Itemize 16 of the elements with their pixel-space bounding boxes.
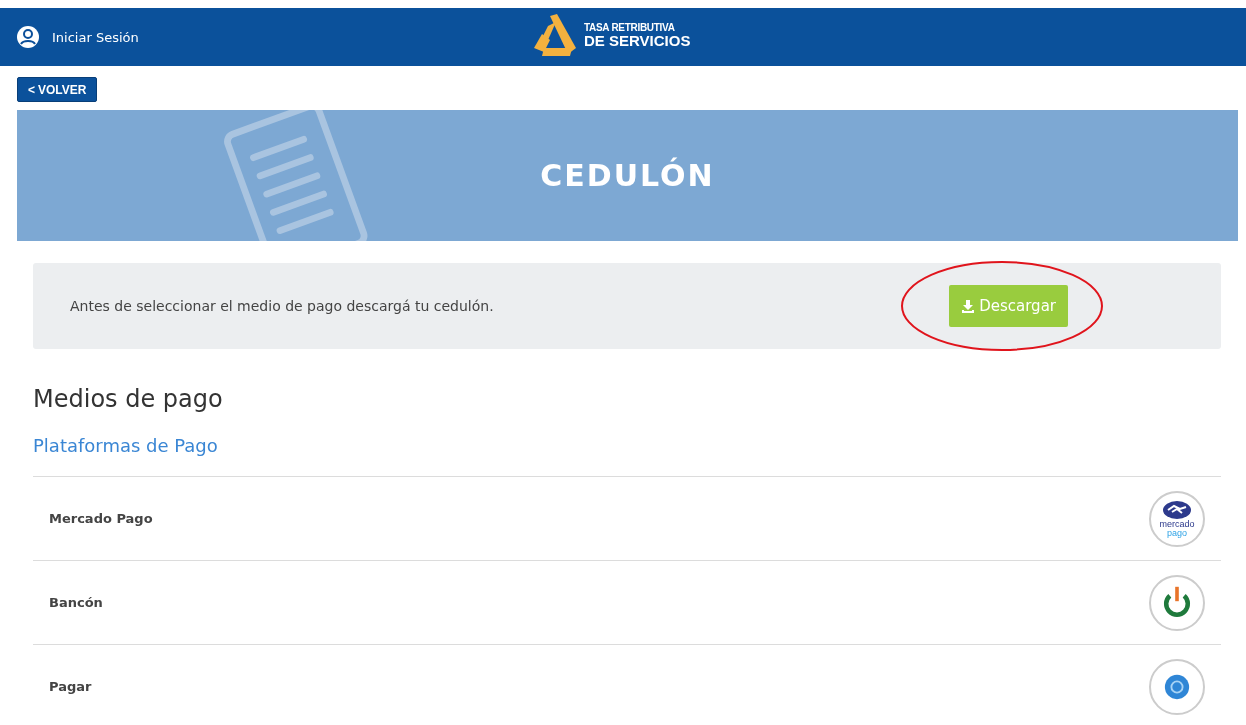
- back-button[interactable]: < VOLVER: [17, 77, 98, 102]
- login-link[interactable]: Iniciar Sesión: [52, 29, 139, 45]
- user-icon[interactable]: [16, 25, 40, 49]
- payment-method-row[interactable]: Mercado Pago mercado pago: [33, 476, 1221, 560]
- logo-text: mercado: [1159, 519, 1195, 529]
- logo-text: pago: [1167, 528, 1187, 538]
- payment-method-row[interactable]: Pagar: [33, 644, 1221, 725]
- section-heading: Medios de pago: [33, 385, 224, 413]
- logo-text: TASA RETRIBUTIVA: [584, 22, 676, 33]
- handshake-icon: [1162, 499, 1192, 520]
- page-title: CEDULÓN: [540, 158, 715, 193]
- payment-method-row[interactable]: Bancón: [33, 560, 1221, 644]
- download-icon: [961, 299, 976, 313]
- logo-text: DE SERVICIOS: [584, 32, 691, 48]
- subsection-heading: Plataformas de Pago: [33, 435, 219, 456]
- notice-text: Antes de seleccionar el medio de pago descargá tu cedulón.: [70, 298, 494, 314]
